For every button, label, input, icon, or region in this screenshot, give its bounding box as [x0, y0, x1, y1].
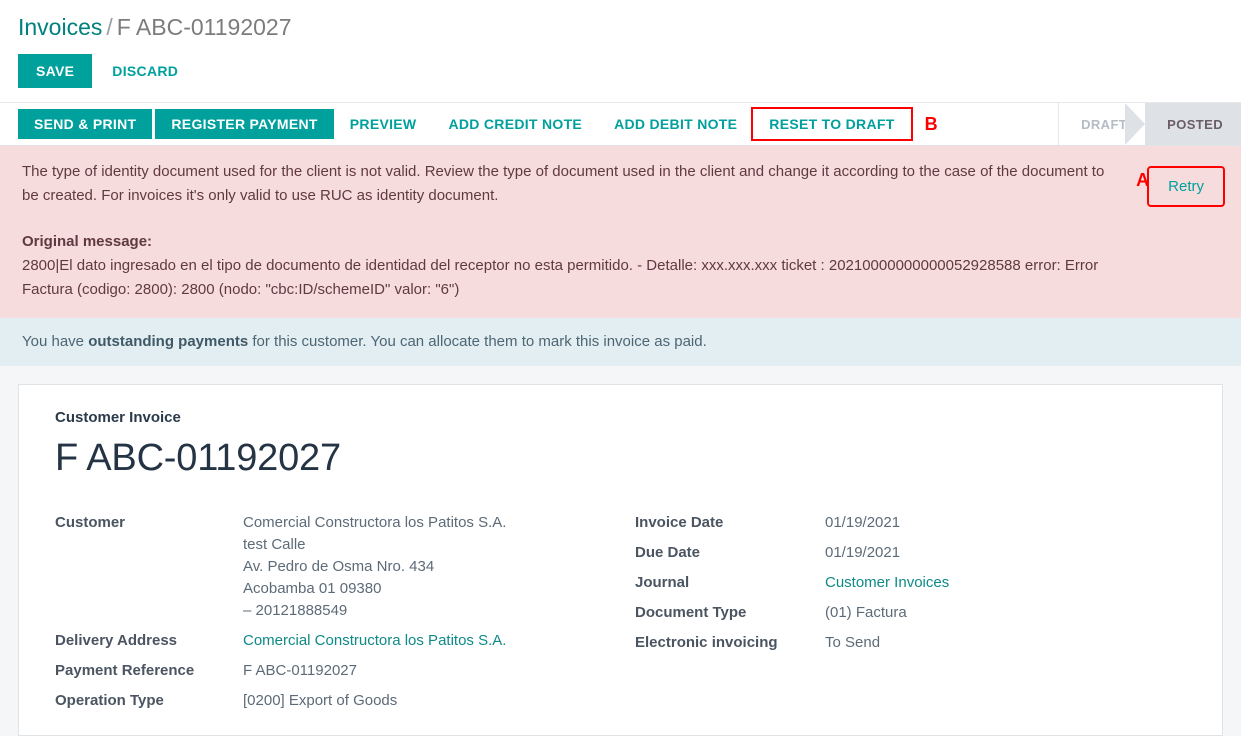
breadcrumb-current: F ABC-01192027 [116, 14, 292, 40]
field-label-due-date: Due Date [635, 544, 701, 561]
field-value-document-type[interactable]: (01) Factura [825, 602, 907, 624]
register-payment-button[interactable]: REGISTER PAYMENT [155, 109, 334, 139]
status-state-group: DRAFT POSTED [1058, 103, 1241, 145]
annotation-label-b: B [924, 113, 938, 134]
field-value-payment-reference[interactable]: F ABC-01192027 [243, 660, 357, 682]
statusbar-buttons: SEND & PRINT REGISTER PAYMENT PREVIEW AD… [0, 103, 1058, 145]
add-credit-note-button[interactable]: ADD CREDIT NOTE [432, 109, 598, 139]
field-value-invoice-date[interactable]: 01/19/2021 [825, 512, 900, 534]
field-due-date: Due Date 01/19/2021 [635, 542, 1065, 564]
error-alert-original-message: 2800|El dato ingresado en el tipo de doc… [22, 257, 1099, 298]
form-columns: Customer Comercial Constructora los Pati… [55, 512, 1222, 720]
field-value-electronic-invoicing: To Send [825, 634, 881, 651]
field-customer: Customer Comercial Constructora los Pati… [55, 512, 635, 622]
customer-address-line-2: Av. Pedro de Osma Nro. 434 [243, 558, 435, 575]
outstanding-text-link[interactable]: outstanding payments [88, 333, 248, 350]
field-invoice-date: Invoice Date 01/19/2021 [635, 512, 1065, 534]
field-label-customer: Customer [55, 514, 126, 531]
customer-vat-line: – 20121888549 [243, 602, 348, 619]
field-value-customer: Comercial Constructora los Patitos S.A. … [243, 512, 506, 622]
add-debit-note-button[interactable]: ADD DEBIT NOTE [598, 109, 753, 139]
send-and-print-button[interactable]: SEND & PRINT [18, 109, 153, 139]
field-value-delivery-address[interactable]: Comercial Constructora los Patitos S.A. [243, 630, 506, 652]
preview-button[interactable]: PREVIEW [334, 109, 433, 139]
save-discard-bar: SAVE DISCARD [18, 54, 1223, 102]
field-electronic-invoicing: Electronic invoicing To Send [635, 632, 1065, 654]
save-button[interactable]: SAVE [18, 54, 93, 88]
field-journal: Journal Customer Invoices [635, 572, 1065, 594]
field-label-delivery-address: Delivery Address [55, 632, 178, 649]
form-sheet-background: Customer Invoice F ABC-01192027 Customer… [0, 366, 1241, 736]
retry-button[interactable]: Retry [1147, 166, 1225, 207]
statusbar: SEND & PRINT REGISTER PAYMENT PREVIEW AD… [0, 102, 1241, 146]
status-badge-posted[interactable]: POSTED [1125, 103, 1241, 145]
field-value-operation-type[interactable]: [0200] Export of Goods [243, 690, 397, 712]
field-label-journal: Journal [635, 574, 690, 591]
reset-to-draft-button[interactable]: RESET TO DRAFT [751, 107, 913, 141]
error-alert-actions: A Retry [1122, 160, 1225, 207]
breadcrumb-root-link[interactable]: Invoices [18, 14, 102, 40]
field-value-journal[interactable]: Customer Invoices [825, 572, 949, 594]
discard-button[interactable]: DISCARD [104, 54, 186, 88]
error-alert-message: The type of identity document used for t… [22, 163, 1105, 204]
form-subtitle: Customer Invoice [55, 409, 181, 426]
field-label-operation-type: Operation Type [55, 692, 164, 709]
customer-link[interactable]: Comercial Constructora los Patitos S.A. [243, 512, 506, 534]
breadcrumb-separator: / [106, 14, 113, 40]
customer-address-line-1: test Calle [243, 536, 306, 553]
field-delivery-address: Delivery Address Comercial Constructora … [55, 630, 635, 652]
field-payment-reference: Payment Reference F ABC-01192027 [55, 660, 635, 682]
outstanding-text-after: for this customer. You can allocate them… [248, 333, 707, 350]
field-document-type: Document Type (01) Factura [635, 602, 1065, 624]
error-alert-body: The type of identity document used for t… [22, 160, 1122, 302]
field-label-electronic-invoicing: Electronic invoicing [635, 634, 778, 651]
annotation-label-a: A [1136, 170, 1150, 190]
customer-address-line-3: Acobamba 01 09380 [243, 580, 382, 597]
form-column-right: Invoice Date 01/19/2021 Due Date 01/19/2… [635, 512, 1065, 720]
field-value-due-date[interactable]: 01/19/2021 [825, 542, 900, 564]
control-panel: Invoices / F ABC-01192027 SAVE DISCARD [0, 0, 1241, 102]
outstanding-text-before: You have [22, 333, 89, 350]
field-operation-type: Operation Type [0200] Export of Goods [55, 690, 635, 712]
error-alert: The type of identity document used for t… [0, 146, 1241, 318]
field-label-invoice-date: Invoice Date [635, 514, 724, 531]
invoice-form-sheet: Customer Invoice F ABC-01192027 Customer… [18, 384, 1223, 736]
field-label-payment-reference: Payment Reference [55, 662, 195, 679]
breadcrumb: Invoices / F ABC-01192027 [18, 8, 1223, 43]
form-column-left: Customer Comercial Constructora los Pati… [55, 512, 635, 720]
page-title: F ABC-01192027 [55, 437, 341, 479]
field-label-document-type: Document Type [635, 604, 747, 621]
outstanding-payments-alert: You have outstanding payments for this c… [0, 318, 1241, 366]
error-alert-original-label: Original message: [22, 233, 153, 250]
